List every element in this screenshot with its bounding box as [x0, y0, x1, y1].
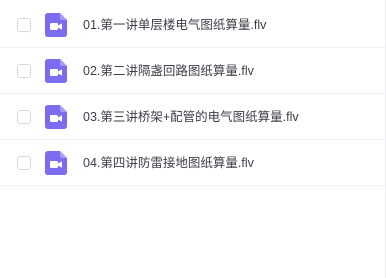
row-checkbox[interactable]	[17, 110, 31, 124]
video-file-icon	[45, 59, 67, 83]
file-row[interactable]: 04.第四讲防雷接地图纸算量.flv	[0, 140, 385, 186]
row-checkbox[interactable]	[17, 156, 31, 170]
row-checkbox[interactable]	[17, 18, 31, 32]
file-name[interactable]: 04.第四讲防雷接地图纸算量.flv	[83, 155, 254, 171]
file-name[interactable]: 02.第二讲隔盏回路图纸算量.flv	[83, 63, 254, 79]
video-file-icon	[45, 151, 67, 175]
file-name[interactable]: 01.第一讲单层楼电气图纸算量.flv	[83, 17, 266, 33]
file-row[interactable]: 03.第三讲桥架+配管的电气图纸算量.flv	[0, 94, 385, 140]
file-name[interactable]: 03.第三讲桥架+配管的电气图纸算量.flv	[83, 109, 299, 125]
file-list: 01.第一讲单层楼电气图纸算量.flv 02.第二讲隔盏回路图纸算量.flv 0…	[0, 0, 386, 278]
row-checkbox[interactable]	[17, 64, 31, 78]
file-row[interactable]: 02.第二讲隔盏回路图纸算量.flv	[0, 48, 385, 94]
video-file-icon	[45, 105, 67, 129]
file-row[interactable]: 01.第一讲单层楼电气图纸算量.flv	[0, 2, 385, 48]
video-file-icon	[45, 13, 67, 37]
